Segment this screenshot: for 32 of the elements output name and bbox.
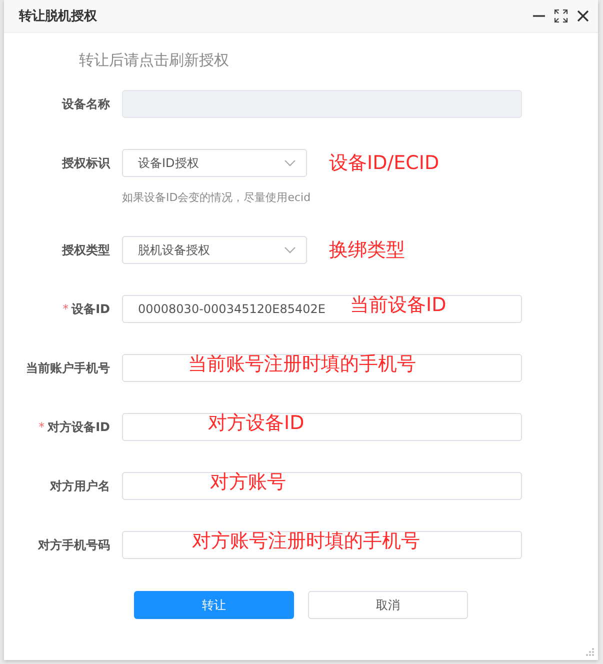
annotation-text: 当前设备ID [350, 296, 446, 315]
select-field[interactable]: 设备ID授权 [122, 149, 307, 177]
select-field[interactable]: 脱机设备授权 [122, 236, 307, 264]
input-field[interactable] [122, 413, 522, 441]
field-label: 对方手机号码 [38, 536, 110, 554]
cancel-button[interactable]: 取消 [308, 591, 468, 619]
chevron-down-icon [284, 246, 296, 254]
annotation-text: 设备ID/ECID [329, 154, 440, 172]
field-label: 授权类型 [62, 242, 110, 258]
field-label: 授权标识 [62, 154, 110, 172]
input-field[interactable] [122, 531, 522, 559]
field-label: 设备ID [72, 300, 110, 318]
field-label: 对方设备ID [48, 418, 110, 436]
close-icon[interactable] [576, 9, 590, 23]
field-label: 当前账户手机号 [26, 360, 110, 376]
resize-grip-icon[interactable] [585, 647, 595, 657]
annotation-text: 对方账号注册时填的手机号 [192, 532, 420, 551]
input-field[interactable] [122, 354, 522, 382]
hint-text: 如果设备ID会变的情况，尽量使用ecid [122, 190, 312, 205]
annotation-text: 对方设备ID [208, 414, 304, 433]
annotation-text: 当前账号注册时填的手机号 [188, 355, 416, 374]
fullscreen-icon[interactable] [554, 9, 568, 23]
notice-text: 转让后请点击刷新授权 [79, 51, 230, 70]
required-mark: * [62, 302, 69, 316]
field-label: 设备名称 [62, 96, 110, 112]
required-mark: * [38, 420, 45, 434]
annotation-text: 对方账号 [210, 473, 286, 492]
field-label: 对方用户名 [50, 478, 110, 494]
chevron-down-icon [284, 159, 296, 167]
window-title: 转让脱机授权 [19, 8, 97, 25]
annotation-text: 换绑类型 [329, 240, 405, 260]
input-field[interactable] [122, 472, 522, 500]
